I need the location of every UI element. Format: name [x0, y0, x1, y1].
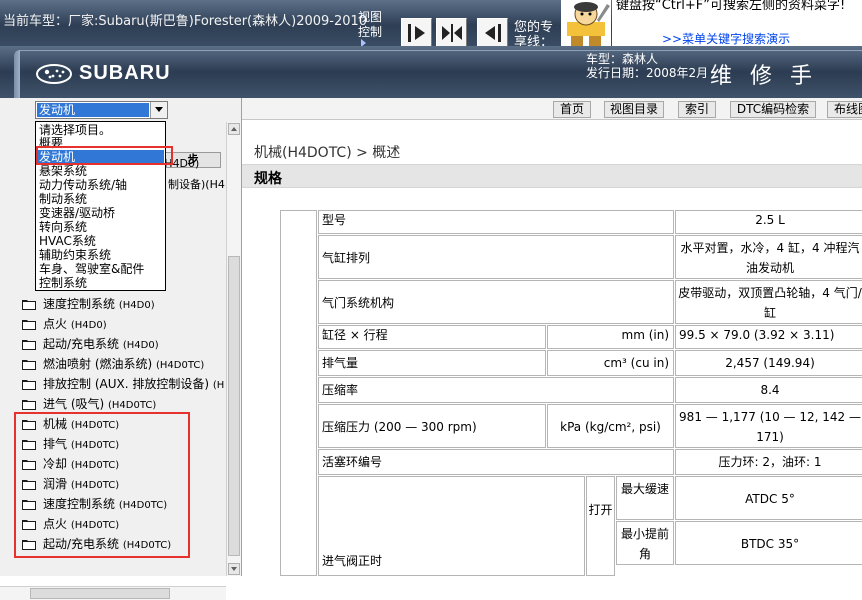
tree-item-code: (H4D0)	[70, 320, 107, 331]
category-select-value: 发动机	[37, 103, 149, 117]
dropdown-option[interactable]: HVAC系统	[37, 234, 164, 248]
tree-item-label: 燃油喷射 (燃油系统)	[43, 357, 153, 371]
mechanic-mascot-icon	[561, 0, 611, 46]
folder-icon	[22, 360, 36, 370]
chevron-down-icon[interactable]	[150, 102, 167, 118]
next-arrow-icon	[408, 24, 425, 42]
vertical-scrollbar[interactable]	[226, 122, 241, 576]
folder-icon	[22, 320, 36, 330]
spec-label: 排气量	[318, 350, 546, 376]
fit-view-button[interactable]	[436, 18, 467, 47]
release-date-label: 发行日期：2008年2月	[586, 66, 709, 80]
section-title: 规格	[254, 171, 282, 187]
subaru-logo-icon	[36, 64, 72, 84]
spec-value: 981 — 1,177 (10 — 12, 142 — 171)	[675, 404, 862, 448]
dropdown-option[interactable]: 请选择项目。	[37, 123, 164, 137]
tree-item-label: 起动/充电系统	[43, 337, 120, 351]
dropdown-option[interactable]: 转向系统	[37, 220, 164, 234]
tab-home[interactable]: 首页	[553, 101, 591, 118]
horizontal-scroll-thumb[interactable]	[30, 588, 170, 599]
top-bar: 当前车型：厂家:Subaru(斯巴鲁)Forester(森林人)2009-201…	[0, 0, 862, 50]
highlight-box-dropdown	[36, 146, 173, 165]
spec-label: 进气阀正时	[318, 476, 585, 576]
current-model-text: 当前车型：厂家:Subaru(斯巴鲁)Forester(森林人)2009-201…	[3, 14, 368, 29]
tab-wiring[interactable]: 布线图	[827, 101, 862, 118]
spec-unit: cm³ (cu in)	[547, 350, 674, 376]
folder-icon	[22, 400, 36, 410]
content-area: 机械(H4DOTC) > 概述 规格 型号 2.5 L 气缸排列 水平对置，水冷…	[242, 120, 862, 576]
brand-logo-text: SUBARU	[79, 62, 171, 84]
folder-icon	[22, 340, 36, 350]
tab-bar: 首页 视图目录 索引 DTC编码检索 布线图	[242, 98, 862, 120]
search-tip-text: 键盘按“Ctrl+F”可搜索左侧的资料菜字!	[616, 0, 846, 13]
spec-value: ATDC 5°	[675, 476, 862, 520]
horizontal-scrollbar[interactable]	[0, 586, 226, 600]
tree-item-code: (H4D0)	[122, 340, 159, 351]
fit-view-icon	[442, 24, 462, 42]
dropdown-option[interactable]: 制动系统	[37, 192, 164, 206]
tab-diagram-index[interactable]: 视图目录	[604, 101, 664, 118]
car-info: 车型：森林人 发行日期：2008年2月	[586, 52, 708, 80]
spec-label: 活塞环编号	[318, 449, 674, 475]
section-header: 规格	[242, 164, 862, 188]
spec-value: 8.4	[675, 377, 862, 403]
tab-dtc-search[interactable]: DTC编码检索	[730, 101, 816, 118]
dropdown-option[interactable]: 车身、驾驶室&配件	[37, 262, 164, 276]
tree-partial-text: 制设备)(H4	[168, 178, 225, 191]
spec-label: 气缸排列	[318, 235, 674, 279]
brand-bar: SUBARU 车型：森林人 发行日期：2008年2月 维修手	[0, 46, 862, 98]
keyword-search-demo-link[interactable]: >>菜单关键字搜索演示	[662, 30, 790, 47]
prev-arrow-icon	[485, 24, 501, 42]
spec-value: 水平对置，水冷，4 缸，4 冲程汽油发动机	[675, 235, 862, 279]
tree-item-label: 速度控制系统	[43, 297, 116, 311]
spec-unit: mm (in)	[547, 325, 674, 349]
breadcrumb: 机械(H4DOTC) > 概述	[254, 145, 401, 161]
next-page-button[interactable]	[401, 18, 432, 47]
spec-value: 皮带驱动，双顶置凸轮轴，4 气门/缸	[675, 280, 862, 324]
spec-label: 压缩压力 (200 — 300 rpm)	[318, 404, 546, 448]
spec-sublabel: 最大缓速	[616, 476, 674, 520]
tree-item-label: 排放控制 (AUX. 排放控制设备)	[43, 377, 210, 391]
dropdown-option[interactable]: 悬架系统	[37, 164, 164, 178]
tree-item-code: (H4D0)	[118, 300, 155, 311]
previous-page-button[interactable]	[477, 18, 508, 47]
spec-label: 缸径 × 行程	[318, 325, 546, 349]
spec-value: 2.5 L	[675, 210, 862, 234]
folder-icon	[22, 300, 36, 310]
tree-item-code: (H4D0TC)	[156, 360, 205, 371]
highlight-box-tree	[14, 412, 190, 558]
dropdown-option[interactable]: 动力传动系统/轴	[37, 178, 164, 192]
spec-value: 压力环: 2，油环: 1	[675, 449, 862, 475]
spec-label: 压缩率	[318, 377, 674, 403]
spec-value: 99.5 × 79.0 (3.92 × 3.11)	[675, 325, 862, 349]
search-tip-box: 键盘按“Ctrl+F”可搜索左侧的资料菜字! >>菜单关键字搜索演示	[612, 0, 862, 46]
category-select[interactable]: 发动机	[35, 101, 168, 119]
spec-label: 型号	[318, 210, 674, 234]
dropdown-option[interactable]: 辅助约束系统	[37, 248, 164, 262]
car-model-label: 车型：森林人	[586, 52, 659, 66]
diagram-control-label: 视图控制	[358, 10, 383, 39]
tree-item-code: (H	[212, 380, 225, 391]
spec-unit: kPa (kg/cm², psi)	[547, 404, 674, 448]
spec-label: 气门系统机构	[318, 280, 674, 324]
spec-sublabel: 最小提前角	[616, 521, 674, 565]
manual-title: 维修手	[710, 64, 831, 89]
spec-value: BTDC 35°	[675, 521, 862, 565]
spec-value: 2,457 (149.94)	[675, 350, 862, 376]
scroll-up-icon[interactable]	[228, 123, 240, 135]
scroll-down-icon[interactable]	[228, 563, 240, 575]
spec-sublabel: 打开	[586, 476, 615, 576]
dropdown-option[interactable]: 控制系统	[37, 276, 164, 290]
tree-item-label: 点火	[43, 317, 68, 331]
tab-index[interactable]: 索引	[678, 101, 716, 118]
tree-item-label: 进气 (吸气)	[43, 397, 105, 411]
vertical-scroll-thumb[interactable]	[228, 256, 240, 556]
folder-icon	[22, 380, 36, 390]
dropdown-option[interactable]: 变速器/驱动桥	[37, 206, 164, 220]
tree-item-code: (H4D0TC)	[108, 400, 157, 411]
